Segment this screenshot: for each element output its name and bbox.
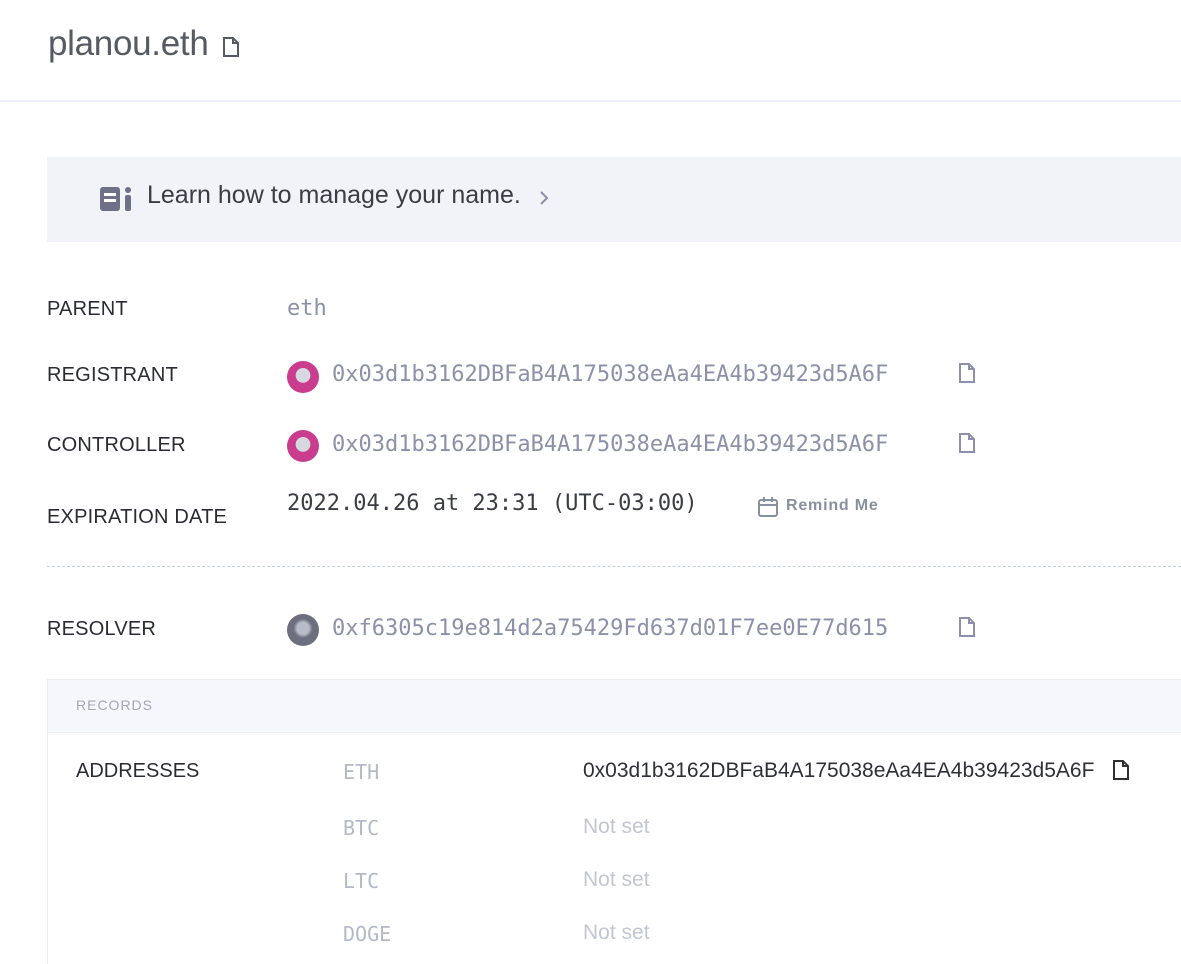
copy-icon[interactable] bbox=[1112, 759, 1130, 786]
controller-address[interactable]: 0x03d1b3162DBFaB4A175038eAa4EA4b39423d5A… bbox=[332, 432, 888, 457]
doge-address: Not set bbox=[583, 921, 650, 944]
controller-label: CONTROLLER bbox=[47, 434, 186, 456]
copy-icon[interactable] bbox=[958, 432, 976, 459]
eth-address[interactable]: 0x03d1b3162DBFaB4A175038eAa4EA4b39423d5A… bbox=[583, 759, 1094, 783]
addresses-label: ADDRESSES bbox=[76, 760, 200, 782]
divider bbox=[47, 566, 1181, 567]
registrant-address[interactable]: 0x03d1b3162DBFaB4A175038eAa4EA4b39423d5A… bbox=[332, 362, 888, 387]
btc-address: Not set bbox=[583, 815, 650, 838]
coin-label-doge: DOGE bbox=[343, 922, 392, 946]
chevron-right-icon bbox=[538, 190, 550, 211]
copy-icon[interactable] bbox=[222, 36, 240, 63]
ltc-address: Not set bbox=[583, 868, 650, 891]
coin-label-btc: BTC bbox=[343, 816, 380, 840]
header: planou.eth bbox=[0, 0, 1181, 102]
records-panel: RECORDS ADDRESSES ETH 0x03d1b3162DBFaB4A… bbox=[47, 679, 1181, 964]
controller-avatar bbox=[287, 430, 319, 462]
copy-icon[interactable] bbox=[958, 616, 976, 643]
registrant-label: REGISTRANT bbox=[47, 364, 178, 386]
records-header: RECORDS bbox=[48, 680, 1181, 733]
book-icon bbox=[99, 185, 135, 218]
records-label: RECORDS bbox=[76, 697, 154, 713]
resolver-address[interactable]: 0xf6305c19e814d2a75429Fd637d01F7ee0E77d6… bbox=[332, 616, 888, 641]
resolver-label: RESOLVER bbox=[47, 618, 157, 640]
page-title: planou.eth bbox=[48, 24, 209, 63]
parent-value[interactable]: eth bbox=[287, 296, 327, 321]
banner-link[interactable]: Learn how to manage your name. bbox=[147, 181, 521, 210]
registrant-avatar bbox=[287, 361, 319, 393]
expiration-date: 2022.04.26 at 23:31 (UTC-03:00) bbox=[287, 491, 698, 516]
coin-label-ltc: LTC bbox=[343, 869, 380, 893]
coin-label-eth: ETH bbox=[343, 760, 380, 784]
resolver-avatar bbox=[287, 614, 319, 646]
calendar-icon[interactable] bbox=[757, 496, 779, 523]
parent-label: PARENT bbox=[47, 298, 128, 320]
remind-me-button[interactable]: Remind Me bbox=[786, 497, 879, 515]
expiration-label: EXPIRATION DATE bbox=[47, 506, 228, 528]
copy-icon[interactable] bbox=[958, 362, 976, 389]
